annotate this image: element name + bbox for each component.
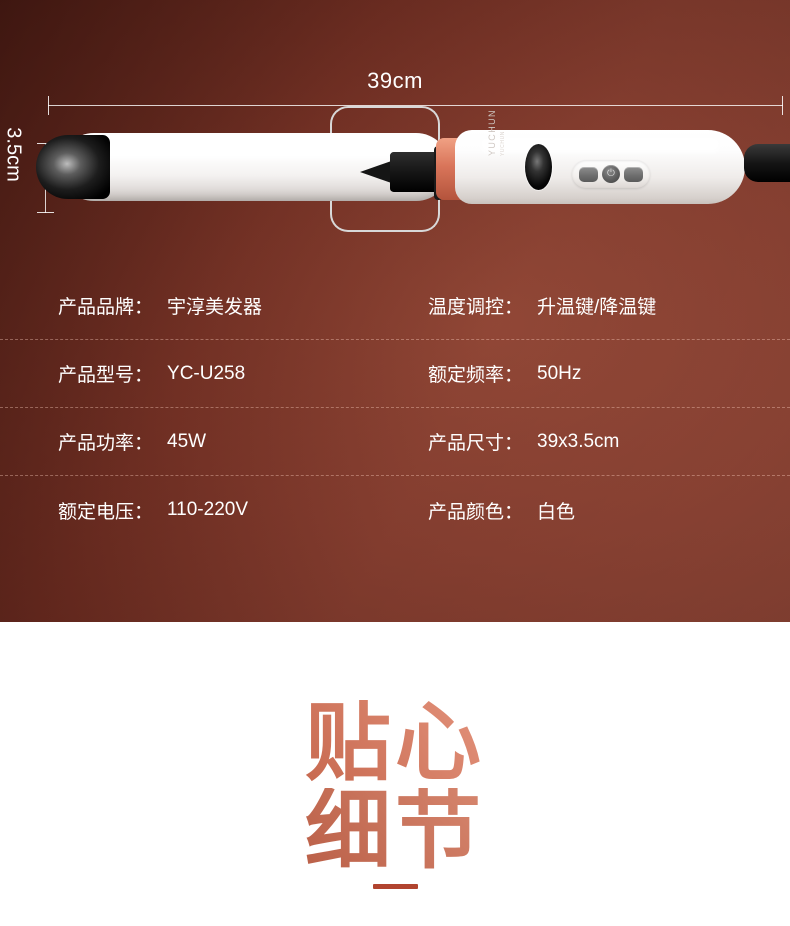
spec-key: 产品功率： <box>58 433 154 454</box>
spec-cell-left: 产品型号： YC-U258 <box>58 360 428 387</box>
spec-row: 额定电压： 110-220V 产品颜色： 白色 <box>0 476 790 544</box>
temperature-up-button <box>624 166 643 182</box>
product-brand-submark: YUCHUN <box>500 131 506 156</box>
product-control-panel: ⏻ <box>572 160 650 188</box>
spec-key: 额定电压： <box>58 501 154 523</box>
specification-table: 产品品牌： 宇淳美发器 温度调控： 升温键/降温键 产品型号： YC-U258 … <box>0 272 790 544</box>
product-handle-highlight <box>480 138 720 152</box>
power-button: ⏻ <box>602 165 620 183</box>
spec-value: 45W <box>167 430 207 452</box>
section-divider-panel: 贴心 细节 <box>0 622 790 926</box>
spec-key: 温度调控： <box>428 297 524 318</box>
section-headline: 贴心 细节 <box>0 699 790 876</box>
product-barrel-highlight <box>90 142 420 158</box>
spec-cell-right: 产品颜色： 白色 <box>428 497 788 524</box>
spec-cell-right: 额定频率： 50Hz <box>428 360 788 387</box>
spec-value: 110-220V <box>167 499 249 520</box>
headline-line-2: 细节 <box>0 787 790 876</box>
spec-row: 产品功率： 45W 产品尺寸： 39x3.5cm <box>0 408 790 476</box>
headline-line-1: 贴心 <box>0 699 790 788</box>
spec-value: YC-U258 <box>167 362 246 384</box>
spec-cell-right: 产品尺寸： 39x3.5cm <box>428 428 788 455</box>
spec-row: 产品型号： YC-U258 额定频率： 50Hz <box>0 340 790 408</box>
spec-value: 升温键/降温键 <box>537 297 657 318</box>
spec-value: 50Hz <box>537 362 582 384</box>
product-detail-page: 39cm 3.5cm YUCHUN YUCHUN ⏻ 产品品牌： 宇淳美发器 温… <box>0 0 790 926</box>
spec-cell-left: 产品功率： 45W <box>58 428 428 455</box>
spec-value: 白色 <box>537 501 576 523</box>
product-insulated-tip <box>36 135 110 199</box>
hero-panel: 39cm 3.5cm YUCHUN YUCHUN ⏻ 产品品牌： 宇淳美发器 温… <box>0 0 790 622</box>
product-display-window <box>525 144 552 190</box>
spec-cell-right: 温度调控： 升温键/降温键 <box>428 292 788 319</box>
spec-row: 产品品牌： 宇淳美发器 温度调控： 升温键/降温键 <box>0 272 790 340</box>
spec-key: 产品尺寸： <box>428 433 524 454</box>
spec-key: 产品型号： <box>58 365 154 386</box>
spec-key: 产品品牌： <box>58 297 154 318</box>
product-image-curling-iron: YUCHUN YUCHUN <box>0 106 790 232</box>
length-dimension-label: 39cm <box>367 68 423 93</box>
product-brand-mark: YUCHUN <box>487 109 497 156</box>
product-power-cord <box>744 144 790 182</box>
spec-key: 产品颜色： <box>428 501 524 523</box>
spec-value: 39x3.5cm <box>537 430 620 452</box>
spec-cell-left: 额定电压： 110-220V <box>58 497 428 524</box>
spec-value: 宇淳美发器 <box>167 297 263 318</box>
spec-key: 额定频率： <box>428 365 524 386</box>
headline-underline <box>373 884 418 889</box>
spec-cell-left: 产品品牌： 宇淳美发器 <box>58 292 428 319</box>
product-stand-wire-bottom <box>330 196 440 232</box>
temperature-down-button <box>579 166 598 182</box>
